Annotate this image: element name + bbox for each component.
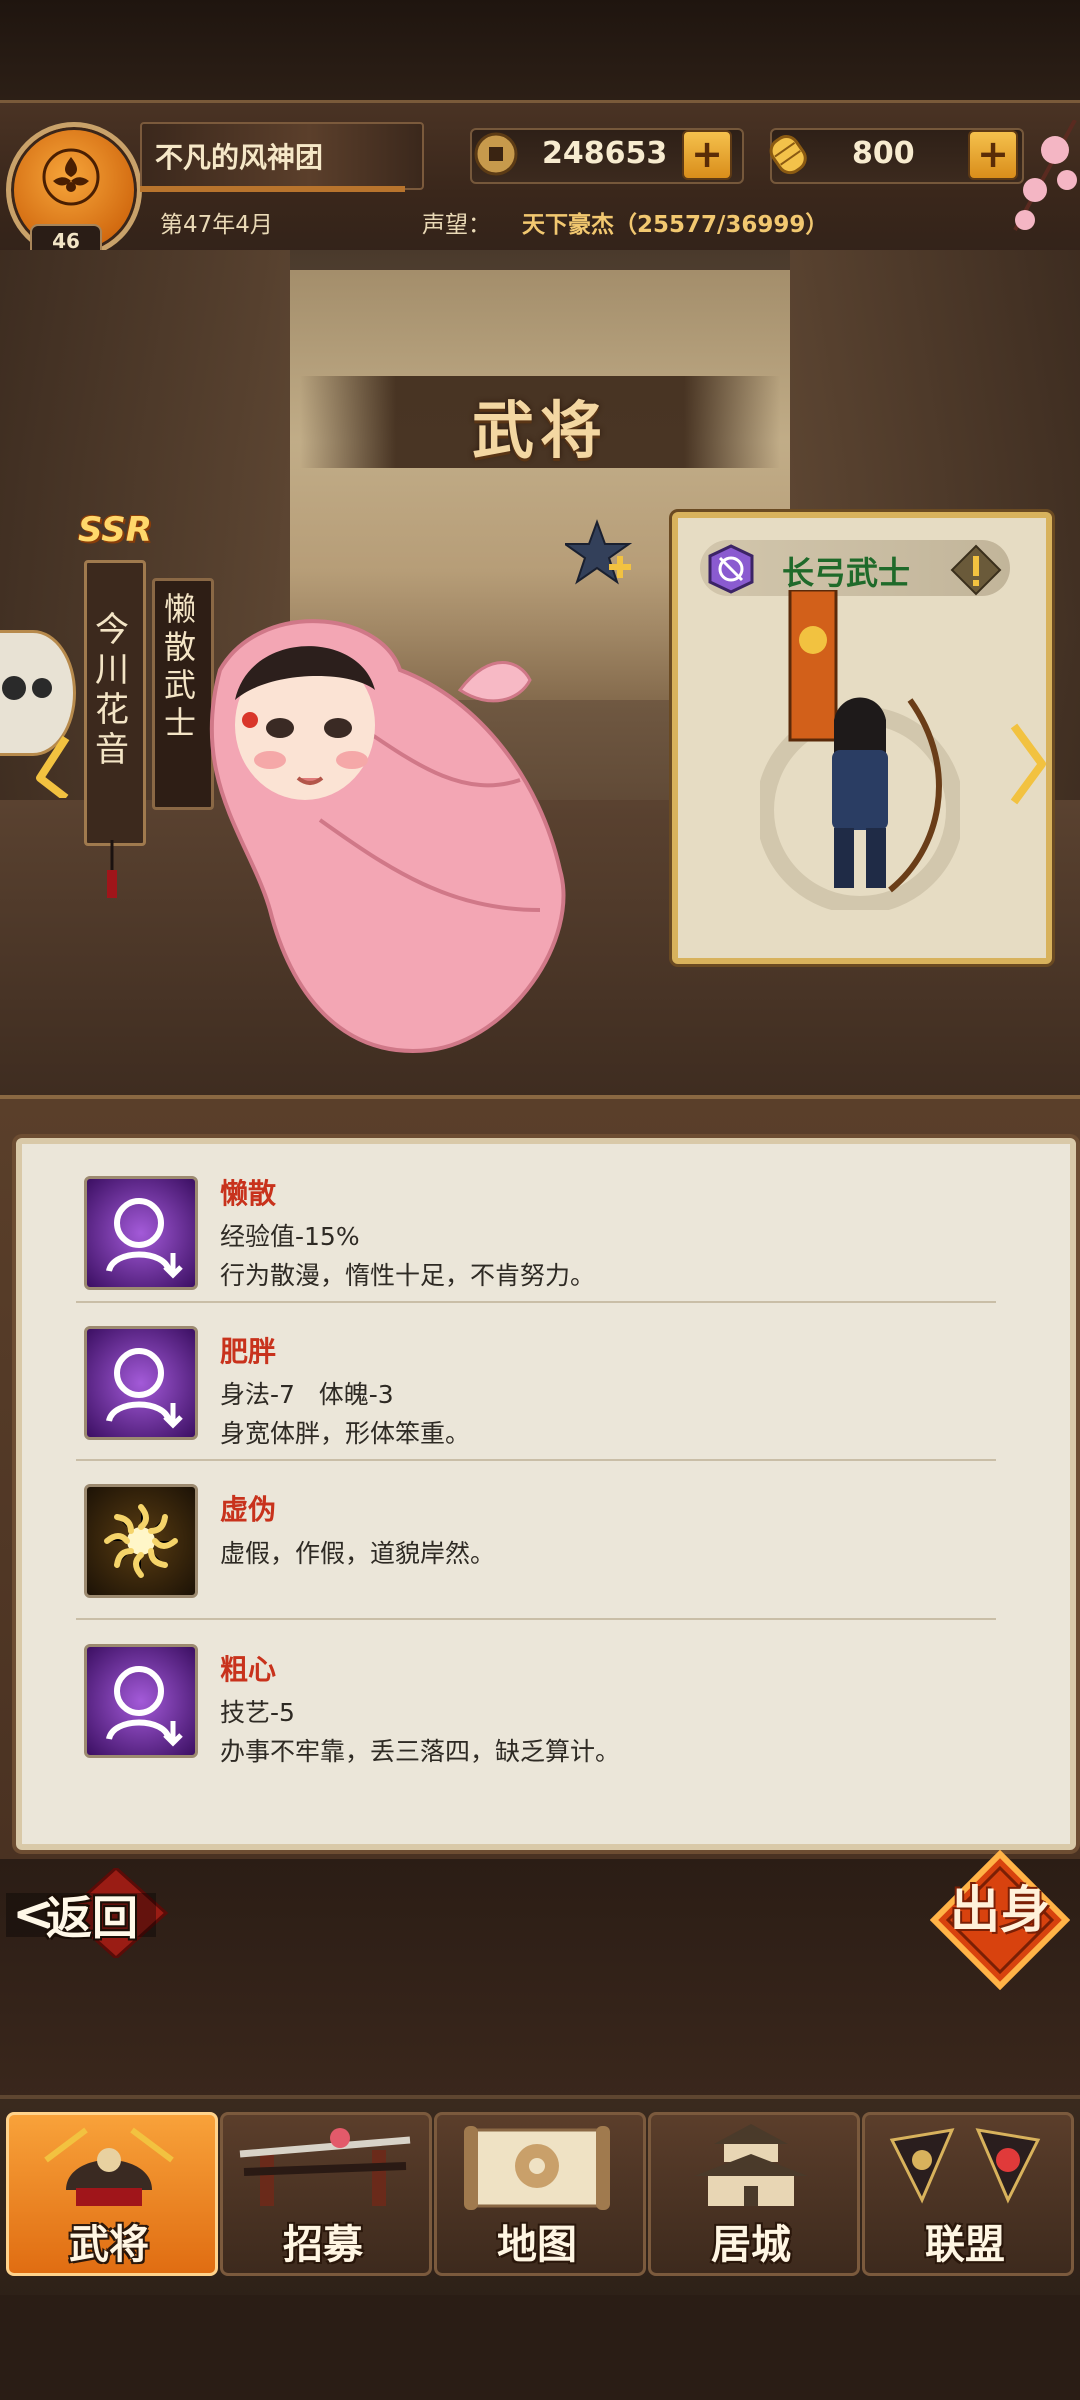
cherry-blossom-decoration [1013, 120, 1077, 231]
prestige-value: 天下豪杰（25577/36999） [522, 212, 829, 238]
castle-icon [694, 2124, 808, 2206]
trait-title: 懒散 [220, 1177, 277, 1210]
person-down-icon [106, 1348, 183, 1429]
bottom-safe-area [0, 2295, 1080, 2400]
nav-label: 招募 [283, 2222, 363, 2268]
rarity-badge: SSR [78, 510, 152, 550]
trait-title: 虚伪 [220, 1493, 277, 1526]
copper-amount: 248653 [542, 136, 668, 171]
unit-info-icon[interactable] [950, 544, 1002, 596]
gold-ingot-icon [769, 135, 807, 175]
trait-title: 肥胖 [220, 1335, 277, 1368]
scroll-map-icon [464, 2126, 610, 2210]
game-date: 第47年4月 [160, 212, 273, 238]
trait-effect: 虚假，作假，道貌岸然。 [220, 1539, 496, 1568]
unit-name: 长弓武士 [782, 554, 911, 592]
guild-name: 不凡的风神团 [155, 141, 324, 174]
trait-effect: 身法-7 体魄-3 [220, 1380, 394, 1409]
war-fan-icon [889, 2128, 1041, 2204]
trait-hypocrite-icon[interactable] [84, 1484, 198, 1598]
trait-careless-icon[interactable] [84, 1644, 198, 1758]
nav-label: 居城 [711, 2222, 791, 2268]
samurai-helmet-icon [44, 2127, 174, 2206]
star-upgrade-icon[interactable] [565, 518, 635, 588]
trait-description: 办事不牢靠，丢三落四，缺乏算计。 [220, 1737, 621, 1766]
trait-divider [76, 1301, 996, 1303]
previous-hero-arrow-icon[interactable] [0, 628, 70, 798]
next-unit-arrow-icon[interactable] [1008, 722, 1048, 806]
gold-amount: 800 [852, 136, 915, 171]
trait-title: 粗心 [220, 1653, 277, 1686]
guild-progress-bar [140, 186, 405, 192]
clan-crest-icon [42, 148, 100, 206]
sword-rack-icon [239, 2128, 411, 2206]
copper-coin-icon [474, 132, 518, 176]
sunburst-icon [104, 1504, 178, 1578]
hero-portrait [209, 619, 566, 1053]
person-down-icon [106, 1666, 183, 1747]
trait-effect: 技艺-5 [220, 1698, 295, 1727]
origin-button-label: 出身 [950, 1881, 1050, 1939]
page-title: 武将 [471, 394, 608, 467]
add-copper-button[interactable]: + [682, 130, 732, 180]
hero-name: 今川花音 [95, 610, 129, 770]
nav-label: 武将 [69, 2222, 149, 2268]
tassel-decoration [107, 840, 117, 898]
nav-label: 联盟 [925, 2222, 1005, 2268]
trait-lazy-icon[interactable] [84, 1176, 198, 1290]
back-button-label: 返回 [46, 1891, 138, 1945]
nav-label: 地图 [497, 2222, 577, 2268]
trait-fat-icon[interactable] [84, 1326, 198, 1440]
prestige-label: 声望： [422, 212, 491, 238]
status-area [0, 0, 1080, 100]
trait-divider [76, 1459, 996, 1461]
trait-divider [76, 1618, 996, 1620]
person-down-icon [106, 1198, 183, 1279]
unit-type-icon [708, 544, 754, 594]
trait-description: 身宽体胖，形体笨重。 [220, 1419, 471, 1448]
archer-unit-figure [760, 590, 960, 910]
trait-effect: 经验值-15% [220, 1222, 360, 1251]
trait-description: 行为散漫，惰性十足，不肯努力。 [220, 1261, 596, 1290]
